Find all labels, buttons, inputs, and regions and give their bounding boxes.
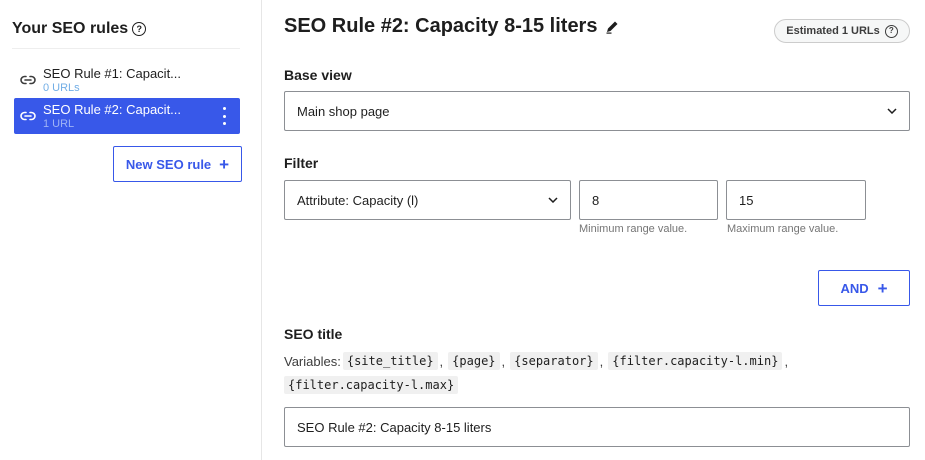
sidebar-title: Your SEO rules ? — [12, 20, 147, 38]
max-range-value: 15 — [739, 192, 754, 208]
seo-title-variables: Variables: {site_title}, {page}, {separa… — [284, 352, 789, 370]
filter-label: Filter — [284, 155, 319, 171]
estimated-urls-badge: Estimated 1 URLs ? — [774, 19, 910, 43]
rule-url-count: 1 URL — [43, 117, 75, 130]
page-title-text: SEO Rule #2: Capacity 8-15 liters — [284, 15, 598, 37]
variable-chip: {filter.capacity-l.max} — [284, 376, 459, 394]
plus-icon: + — [219, 154, 230, 174]
base-view-selected: Main shop page — [297, 103, 390, 119]
sidebar-title-text: Your SEO rules — [12, 20, 129, 37]
rule-name: SEO Rule #2: Capacit... — [43, 101, 182, 117]
sidebar-divider — [12, 48, 240, 49]
estimated-urls-text: Estimated 1 URLs — [786, 25, 880, 37]
more-vertical-icon[interactable] — [222, 107, 226, 125]
min-range-hint: Minimum range value. — [579, 223, 688, 235]
chevron-down-icon — [887, 108, 897, 114]
filter-attribute-select[interactable]: Attribute: Capacity (l) — [284, 180, 571, 220]
seo-title-value: SEO Rule #2: Capacity 8-15 liters — [297, 419, 492, 435]
link-icon — [19, 107, 37, 125]
seo-title-input[interactable]: SEO Rule #2: Capacity 8-15 liters — [284, 407, 910, 447]
sidebar-rule-2[interactable]: SEO Rule #2: Capacit... 1 URL — [14, 98, 240, 134]
max-range-input[interactable]: 15 — [726, 180, 866, 220]
base-view-select[interactable]: Main shop page — [284, 91, 910, 131]
min-range-value: 8 — [592, 192, 600, 208]
and-filter-label: AND — [840, 280, 869, 296]
chevron-down-icon — [548, 197, 558, 203]
new-seo-rule-button[interactable]: New SEO rule + — [113, 146, 242, 182]
rule-name: SEO Rule #1: Capacit... — [43, 65, 182, 81]
plus-icon: + — [877, 278, 888, 298]
variable-chip: {separator} — [510, 352, 598, 370]
variable-chip: {page} — [448, 352, 500, 370]
sidebar-rule-1[interactable]: SEO Rule #1: Capacit... 0 URLs — [14, 62, 240, 98]
seo-rules-sidebar: Your SEO rules ? SEO Rule #1: Capacit...… — [0, 0, 262, 460]
base-view-label: Base view — [284, 67, 352, 83]
seo-title-label: SEO title — [284, 326, 343, 342]
filter-attribute-selected: Attribute: Capacity (l) — [297, 192, 419, 208]
min-range-input[interactable]: 8 — [579, 180, 718, 220]
help-circle-icon[interactable]: ? — [132, 22, 147, 36]
pencil-icon[interactable] — [605, 20, 619, 34]
variables-prefix: Variables: — [284, 353, 341, 369]
page-title: SEO Rule #2: Capacity 8-15 liters — [284, 15, 619, 38]
max-range-hint: Maximum range value. — [727, 223, 839, 235]
link-icon — [19, 71, 37, 89]
and-filter-button[interactable]: AND + — [818, 270, 910, 306]
new-seo-rule-label: New SEO rule — [125, 156, 212, 172]
variable-chip: {site_title} — [342, 352, 438, 370]
seo-title-variables-cont: {filter.capacity-l.max} — [284, 376, 460, 394]
variable-chip: {filter.capacity-l.min} — [608, 352, 783, 370]
rule-url-count: 0 URLs — [43, 81, 80, 94]
help-circle-icon[interactable]: ? — [884, 24, 898, 38]
